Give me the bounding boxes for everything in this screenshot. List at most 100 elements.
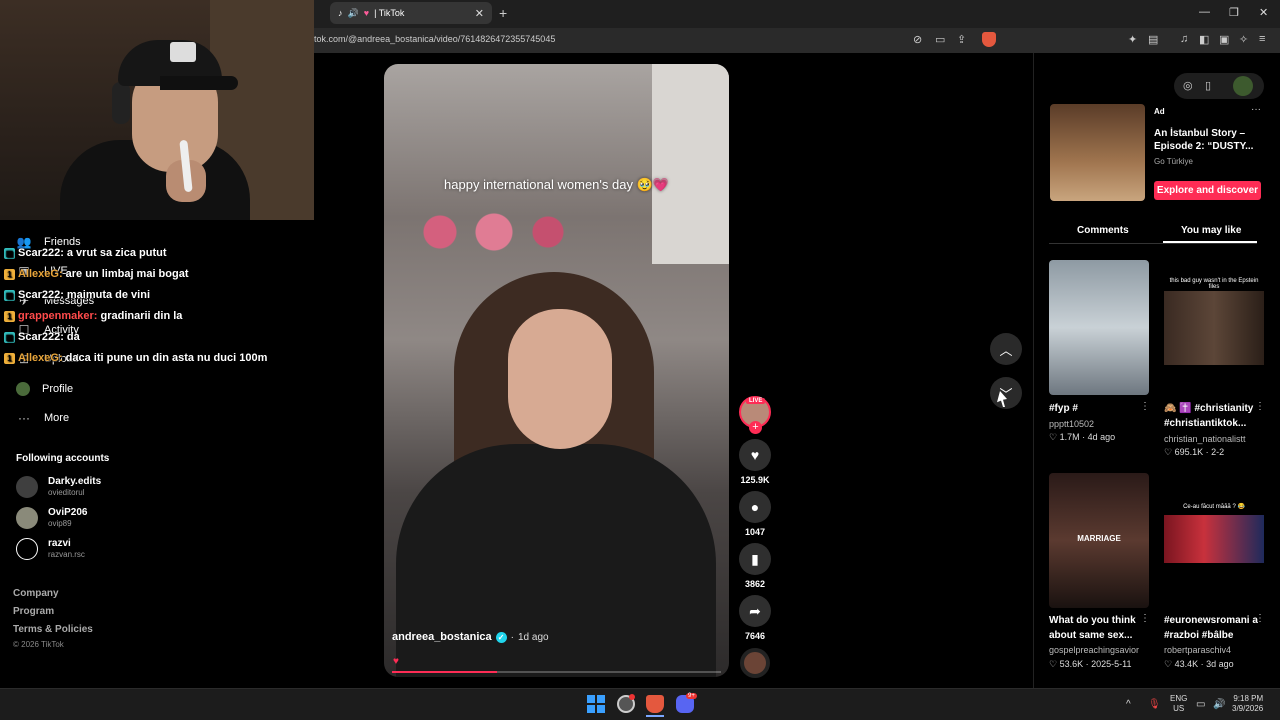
more-options-icon[interactable]: ⋮ (1255, 401, 1265, 412)
follow-button[interactable]: + (749, 421, 762, 434)
windows-start-icon[interactable] (587, 695, 605, 713)
minimize-button[interactable]: — (1199, 6, 1210, 18)
ad-title[interactable]: An İstanbul Story – Episode 2: “DUSTY... (1154, 127, 1254, 153)
video-card-title[interactable]: 🙈 ✝️ #christianity #christiantiktok... (1164, 401, 1264, 431)
leo-ai-icon[interactable]: ✧ (1239, 33, 1248, 46)
tiktok-favicon-icon: ♪ (338, 8, 343, 18)
author-name[interactable]: andreea_bostanica (392, 631, 492, 643)
account-handle: ovieditorul (48, 488, 85, 497)
explore-button[interactable]: Explore and discover (1154, 181, 1261, 200)
chat-text: daca iti pune un din asta nu duci 100m (65, 352, 268, 364)
language-indicator[interactable]: ENG US (1170, 694, 1187, 714)
footer-link-program[interactable]: Program (13, 606, 54, 617)
sidebar-item-more[interactable]: ··· More (16, 411, 69, 425)
heart-outline-icon: ♡ (1164, 659, 1175, 669)
url-text[interactable]: tok.com/@andreea_bostanica/video/7614826… (314, 34, 555, 44)
comment-action[interactable]: ● 1047 (739, 491, 771, 537)
brave-shields-icon[interactable] (982, 32, 996, 47)
maximize-button[interactable]: ❐ (1229, 6, 1239, 19)
active-tab-indicator (1163, 241, 1257, 243)
footer-link-terms[interactable]: Terms & Policies (13, 624, 93, 635)
tab-comments[interactable]: Comments (1077, 225, 1129, 236)
chat-text: da (66, 331, 80, 343)
account-name: Darky.edits (48, 476, 102, 487)
video-card-thumbnail[interactable] (1049, 260, 1149, 395)
heart-tab-icon: ♥ (363, 8, 370, 18)
menu-icon[interactable]: ≡ (1259, 33, 1265, 45)
music-icon[interactable]: ♫ (1180, 33, 1188, 45)
following-account[interactable]: Darky.edits ovieditorul (16, 476, 101, 498)
sidebar-item-profile[interactable]: Profile (16, 382, 73, 396)
video-card-meta: ♡ 695.1K · 2-2 (1164, 447, 1225, 457)
video-card-thumbnail[interactable]: MARRIAGE (1049, 473, 1149, 608)
share-arrow-icon[interactable]: ➦ (739, 595, 771, 627)
network-icon[interactable]: ▭ (1196, 699, 1205, 710)
chat-message: 1 AllexeG: daca iti pune un din asta nu du… (4, 352, 267, 364)
audio-icon[interactable]: 🔊 (348, 8, 359, 19)
video-card-user[interactable]: christian_nationalistt (1164, 434, 1246, 444)
chat-badge-icon: 1 (4, 310, 15, 322)
device-icon[interactable]: ▯ (1205, 79, 1211, 92)
tab-close-icon[interactable]: ✕ (475, 7, 484, 20)
more-options-icon[interactable]: ⋮ (1140, 613, 1150, 624)
close-window-button[interactable]: ✕ (1259, 6, 1268, 19)
video-card-title[interactable]: #euronewsromani a #razboi #bâlbe (1164, 613, 1264, 643)
share-action[interactable]: ➦ 7646 (739, 595, 771, 641)
video-card-thumbnail[interactable]: Ce-au făcut măăă ? 😂 (1164, 473, 1264, 608)
footer-link-company[interactable]: Company (13, 588, 59, 599)
chat-message: ▦ Scar222: da (4, 331, 80, 343)
more-options-icon[interactable]: ⋮ (1140, 401, 1150, 412)
next-video-button[interactable]: ﹀ (990, 377, 1022, 409)
video-player[interactable]: happy international women's day 🥹💗 andre… (384, 64, 729, 677)
video-progress-bar[interactable] (392, 671, 721, 673)
ad-thumbnail[interactable] (1050, 104, 1145, 201)
profile-avatar[interactable] (1233, 76, 1253, 96)
clock[interactable]: 9:18 PM 3/9/2026 (1232, 694, 1263, 714)
share-icon[interactable]: ⇪ (957, 33, 966, 46)
extensions-icon[interactable]: ✦ (1128, 33, 1137, 46)
video-card-thumbnail[interactable]: this bad guy wasn't in the Epstein files (1164, 260, 1264, 395)
volume-icon[interactable]: 🔊 (1213, 699, 1225, 710)
compass-icon[interactable]: ◎ (1183, 79, 1193, 92)
microphone-icon[interactable]: 🎙 (1148, 699, 1161, 710)
video-card-user[interactable]: gospelpreachingsavior (1049, 645, 1139, 655)
wallet-icon[interactable]: ▣ (1219, 33, 1229, 46)
following-account[interactable]: razvi razvan.rsc (16, 538, 85, 560)
previous-video-button[interactable]: ︿ (990, 333, 1022, 365)
music-disc-icon[interactable] (740, 648, 770, 678)
tray-overflow-icon[interactable]: ^ (1126, 699, 1131, 710)
heart-icon[interactable]: ♥ (739, 439, 771, 471)
heart-outline-icon: ♡ (1049, 432, 1060, 442)
post-date: 3d ago (1206, 659, 1234, 669)
avatar (16, 476, 38, 498)
thumbnail-overlay-text: this bad guy wasn't in the Epstein files (1169, 278, 1259, 290)
video-card-title[interactable]: #fyp # (1049, 401, 1149, 416)
video-card-user[interactable]: ppptt10502 (1049, 419, 1094, 429)
ad-label: Ad (1154, 107, 1165, 116)
split-view-icon[interactable]: ◧ (1199, 33, 1209, 46)
sidebar-item-label: Profile (42, 383, 74, 395)
video-author[interactable]: andreea_bostanica ✓ · 1d ago (392, 631, 549, 643)
new-tab-button[interactable]: + (499, 5, 507, 21)
like-count: 43.4K (1174, 659, 1199, 669)
save-action[interactable]: ▮ 3862 (739, 543, 771, 589)
like-count: 125.9K (740, 475, 770, 485)
video-card-title[interactable]: What do you think about same sex... (1049, 613, 1149, 643)
comment-icon[interactable]: ● (739, 491, 771, 523)
brave-browser-icon[interactable] (646, 695, 664, 713)
chat-message: 1 AllexeG: are un limbaj mai bogat (4, 268, 189, 280)
following-account[interactable]: OviP206 ovip89 (16, 507, 87, 529)
more-options-icon[interactable]: ⋮ (1255, 613, 1265, 624)
active-app-indicator (646, 715, 664, 717)
bookmark-icon[interactable]: ▮ (739, 543, 771, 575)
video-card-user[interactable]: robertparaschiv4 (1164, 645, 1231, 655)
sidebar-toggle-icon[interactable]: ▤ (1148, 33, 1158, 46)
cast-icon[interactable]: ▭ (935, 33, 945, 46)
thumbnail-overlay-text: MARRIAGE (1077, 534, 1121, 543)
like-action[interactable]: ♥ 125.9K (739, 439, 771, 485)
webcam-feed (0, 0, 314, 220)
more-options-icon[interactable]: ··· (1251, 104, 1261, 115)
tab-you-may-like[interactable]: You may like (1181, 225, 1241, 236)
browser-tab[interactable]: ♪ 🔊 ♥ | TikTok ✕ (330, 2, 492, 24)
no-tracking-icon[interactable]: ⊘ (913, 33, 922, 46)
